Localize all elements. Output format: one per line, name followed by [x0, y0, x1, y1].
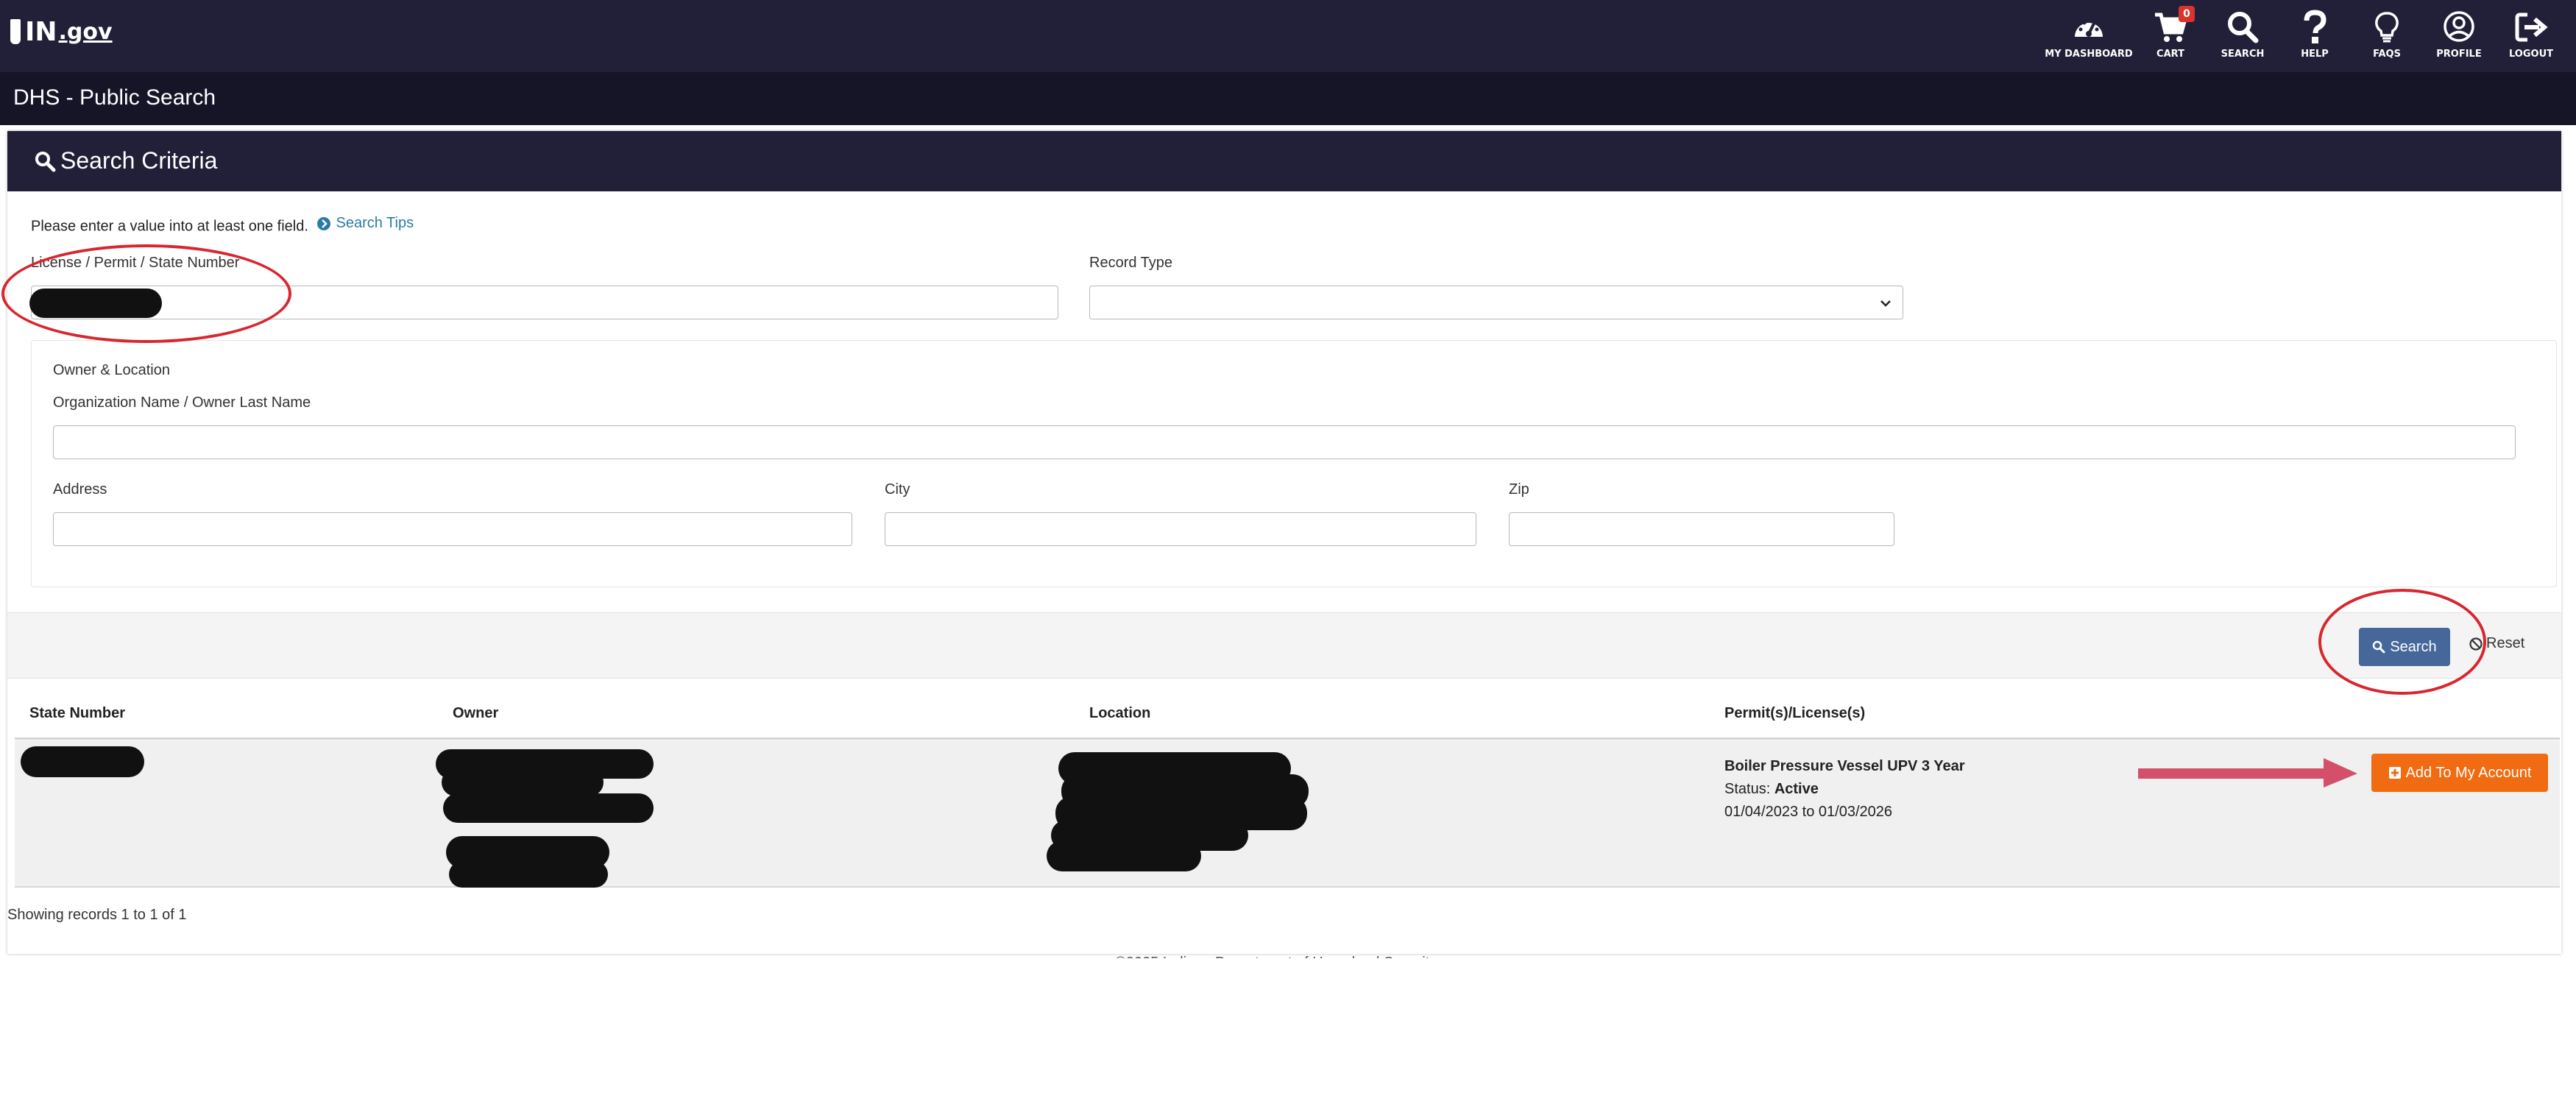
nav-label: PROFILE — [2436, 49, 2482, 60]
cart-count-badge: 0 — [2179, 6, 2195, 22]
zip-input[interactable] — [1509, 512, 1894, 546]
city-label: City — [885, 481, 910, 498]
footer-text: ©2025 Indiana Department of Homeland Sec… — [1115, 948, 1437, 958]
in-gov-logo[interactable]: IN .gov — [10, 13, 113, 50]
profile-icon — [2444, 11, 2474, 42]
nav-profile[interactable]: PROFILE — [2423, 4, 2495, 68]
org-name-label: Organization Name / Owner Last Name — [53, 394, 311, 411]
license-label: License / Permit / State Number — [31, 255, 240, 271]
redacted-owner — [442, 768, 604, 796]
add-to-my-account-button[interactable]: Add To My Account — [2371, 754, 2548, 792]
zip-label: Zip — [1509, 481, 1529, 498]
nav-label: LOGOUT — [2508, 49, 2554, 60]
owner-location-group — [31, 340, 2557, 587]
indiana-flag-icon — [10, 19, 21, 44]
nav-label: CART — [2156, 49, 2184, 60]
page-header: DHS - Public Search — [0, 72, 2576, 125]
panel-title: Search Criteria — [60, 147, 218, 174]
logout-icon — [2515, 13, 2548, 42]
search-tips-link[interactable]: Search Tips — [316, 215, 414, 232]
reset-button-label: Reset — [2486, 635, 2525, 651]
permit-name: Boiler Pressure Vessel UPV 3 Year — [1724, 758, 1965, 774]
nav-help[interactable]: HELP — [2279, 4, 2351, 68]
search-tips-label: Search Tips — [336, 215, 414, 231]
page-title: DHS - Public Search — [13, 85, 216, 110]
column-header-owner: Owner — [453, 705, 499, 721]
nav-logout[interactable]: LOGOUT — [2495, 4, 2567, 68]
redaction-mark — [29, 289, 162, 318]
redacted-state-number — [21, 746, 144, 777]
dashboard-icon — [2075, 21, 2103, 37]
column-header-state-number: State Number — [29, 705, 126, 721]
search-button-label: Search — [2390, 638, 2437, 655]
search-icon — [2228, 12, 2259, 43]
record-type-label: Record Type — [1089, 255, 1173, 271]
table-header-divider — [15, 737, 2560, 740]
nav-my-dashboard[interactable]: MY DASHBOARD — [2043, 4, 2134, 68]
license-input[interactable] — [31, 286, 1058, 319]
org-name-input[interactable] — [53, 425, 2516, 459]
chevron-down-icon — [1880, 300, 1891, 307]
address-label: Address — [53, 481, 107, 498]
record-type-select[interactable] — [1089, 286, 1903, 319]
logo-suffix: .gov — [58, 18, 113, 45]
divider — [0, 125, 2576, 131]
ban-icon — [2469, 637, 2483, 651]
records-summary: Showing records 1 to 1 of 1 — [7, 907, 187, 923]
nav-label: HELP — [2301, 49, 2329, 60]
nav-label: SEARCH — [2221, 49, 2265, 60]
plus-square-icon — [2388, 767, 2401, 779]
search-hint: Please enter a value into at least one f… — [31, 215, 414, 236]
address-input[interactable] — [53, 512, 852, 546]
search-action-bar: Search Reset — [7, 612, 2561, 679]
search-icon — [2373, 640, 2385, 654]
permit-info: Boiler Pressure Vessel UPV 3 Year Status… — [1724, 755, 1965, 824]
search-panel: Search Criteria Please enter a value int… — [7, 131, 2561, 958]
nav-menu: MY DASHBOARD 0 CART SEARCH HELP FAQS PRO… — [2043, 4, 2567, 68]
logo-text: IN — [25, 16, 57, 47]
annotation-arrow — [2138, 758, 2357, 788]
lightbulb-icon — [2375, 12, 2399, 43]
chevron-circle-icon — [317, 216, 331, 230]
help-icon — [2304, 10, 2326, 43]
redacted-owner — [443, 793, 654, 823]
status-value: Active — [1774, 781, 1819, 797]
nav-label: MY DASHBOARD — [2045, 49, 2133, 60]
top-navbar: IN .gov MY DASHBOARD 0 CART SEARCH HELP F… — [0, 0, 2576, 72]
hint-text: Please enter a value into at least one f… — [31, 218, 308, 235]
redacted-location — [1047, 841, 1201, 871]
panel-header: Search Criteria — [7, 131, 2561, 191]
nav-cart[interactable]: 0 CART — [2134, 4, 2207, 68]
nav-search[interactable]: SEARCH — [2207, 4, 2279, 68]
add-button-label: Add To My Account — [2405, 764, 2532, 781]
redacted-owner — [449, 861, 608, 888]
reset-button[interactable]: Reset — [2469, 635, 2524, 652]
nav-faqs[interactable]: FAQS — [2351, 4, 2423, 68]
status-label: Status: — [1724, 781, 1771, 797]
city-input[interactable] — [885, 512, 1476, 546]
owner-location-legend: Owner & Location — [53, 362, 170, 378]
permit-dates: 01/04/2023 to 01/03/2026 — [1724, 804, 1892, 820]
nav-label: FAQS — [2373, 49, 2401, 60]
search-button[interactable]: Search — [2359, 628, 2450, 666]
search-icon — [35, 151, 56, 171]
column-header-permits: Permit(s)/License(s) — [1724, 705, 1866, 721]
column-header-location: Location — [1089, 705, 1151, 721]
